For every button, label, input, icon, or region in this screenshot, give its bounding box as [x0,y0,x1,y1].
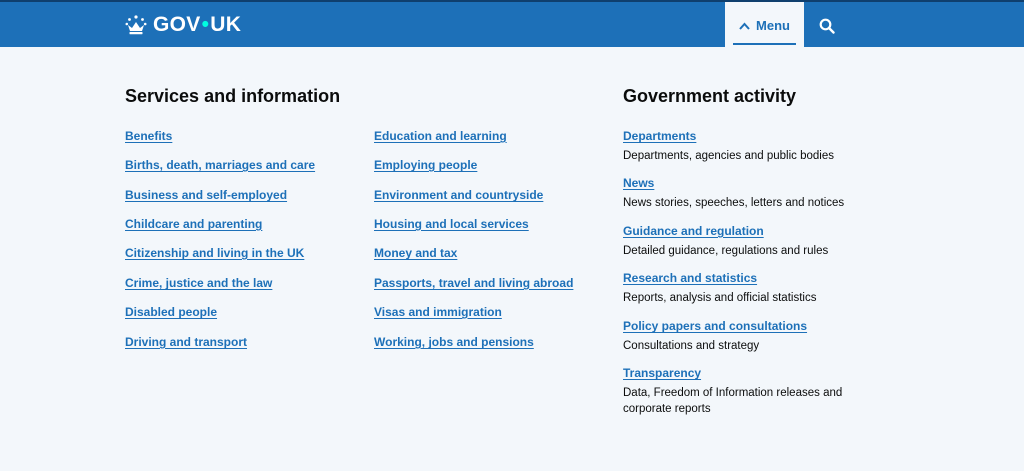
search-toggle-button[interactable] [806,2,848,49]
link-policy-papers[interactable]: Policy papers and consultations [623,319,807,333]
guidance-description: Detailed guidance, regulations and rules [623,245,829,257]
link-working[interactable]: Working, jobs and pensions [374,335,534,349]
departments-description: Departments, agencies and public bodies [623,150,834,162]
logo-wordmark: GOV•UK [153,13,241,37]
link-guidance[interactable]: Guidance and regulation [623,224,764,238]
link-money-tax[interactable]: Money and tax [374,246,457,260]
government-heading: Government activity [623,86,797,106]
search-icon [819,18,835,34]
menu-label: Menu [756,18,790,33]
link-environment[interactable]: Environment and countryside [374,188,543,202]
logo-dot: • [201,13,210,36]
link-employing[interactable]: Employing people [374,158,477,172]
link-education[interactable]: Education and learning [374,129,507,143]
menu-toggle-button[interactable]: Menu [725,2,804,49]
link-passports[interactable]: Passports, travel and living abroad [374,276,573,290]
chevron-up-icon [739,22,750,30]
govuk-logo-link[interactable]: GOV•UK [125,12,241,38]
link-transparency[interactable]: Transparency [623,366,701,380]
link-housing[interactable]: Housing and local services [374,217,529,231]
link-business[interactable]: Business and self-employed [125,188,287,202]
link-driving[interactable]: Driving and transport [125,335,247,349]
crown-icon [125,15,147,35]
policy-papers-description: Consultations and strategy [623,340,760,352]
logo-text-uk: UK [210,13,242,36]
link-research[interactable]: Research and statistics [623,271,757,285]
link-news[interactable]: News [623,176,654,190]
site-header: GOV•UK Menu [0,0,1024,49]
research-description: Reports, analysis and official statistic… [623,292,817,304]
news-description: News stories, speeches, letters and noti… [623,197,845,209]
services-heading: Services and information [125,86,341,106]
link-citizenship[interactable]: Citizenship and living in the UK [125,246,304,260]
link-births-deaths[interactable]: Births, death, marriages and care [125,158,315,172]
link-disabled[interactable]: Disabled people [125,305,217,319]
link-childcare[interactable]: Childcare and parenting [125,217,262,231]
logo-text-gov: GOV [153,13,201,36]
transparency-description: Data, Freedom of Information releases an… [623,387,843,415]
menu-active-underline [733,43,796,45]
link-crime-justice[interactable]: Crime, justice and the law [125,276,272,290]
link-visas[interactable]: Visas and immigration [374,305,502,319]
link-benefits[interactable]: Benefits [125,129,172,143]
link-departments[interactable]: Departments [623,129,696,143]
